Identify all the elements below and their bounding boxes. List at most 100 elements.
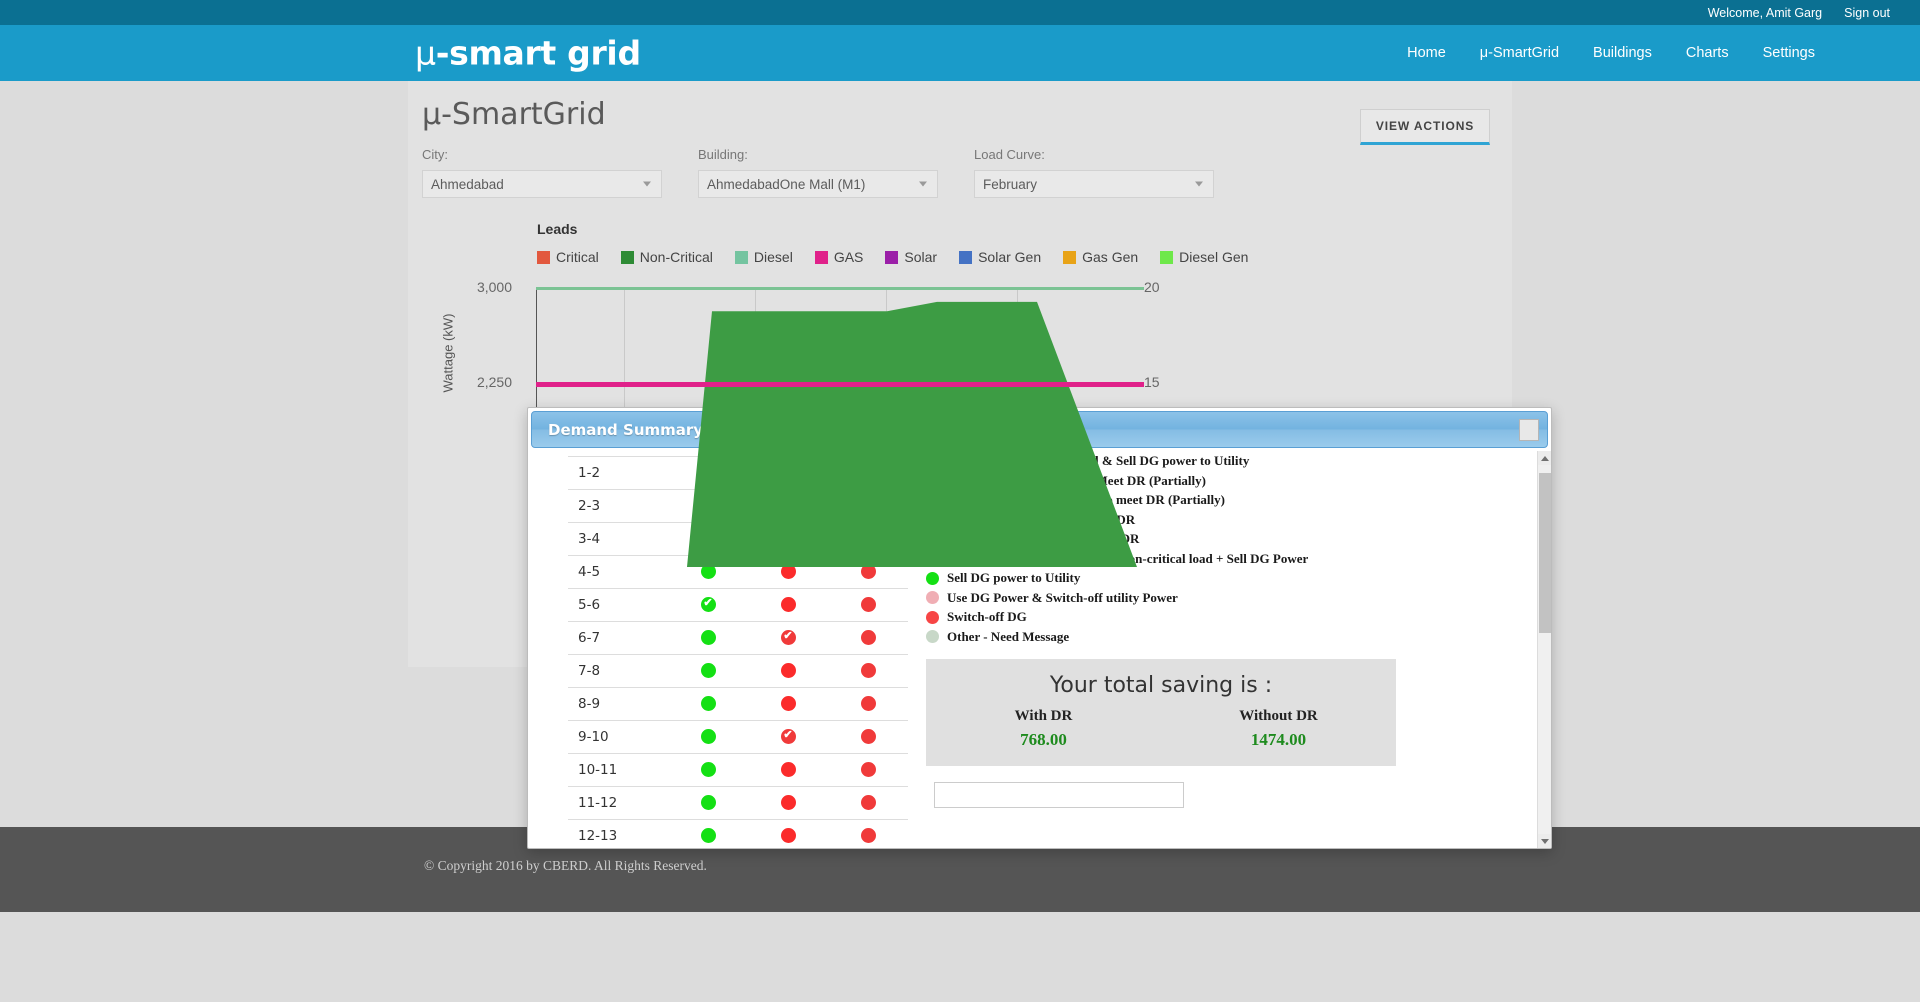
chart-legend: Critical Non-Critical Diesel GAS Solar Solar … — [537, 249, 1484, 265]
filter-building: Building: AhmedabadOne Mall (M1) — [698, 147, 938, 198]
modal-scrollbar[interactable] — [1537, 451, 1551, 848]
brand-logo[interactable]: μ-smart grid — [415, 34, 641, 73]
legend-dot-icon — [926, 610, 939, 624]
status-dot-cell[interactable] — [748, 753, 828, 787]
scrollbar-thumb[interactable] — [1539, 473, 1551, 633]
table-row[interactable]: 11-12 — [568, 786, 908, 820]
legend-swatch-icon — [1063, 250, 1077, 264]
status-dot-icon — [700, 663, 716, 679]
sign-out-link[interactable]: Sign out — [1844, 6, 1890, 20]
status-dot-cell[interactable] — [748, 786, 828, 820]
status-dot-cell[interactable] — [748, 819, 828, 848]
page-title: μ-SmartGrid — [422, 97, 606, 132]
chevron-down-icon — [1195, 181, 1203, 187]
status-dot-cell[interactable] — [748, 687, 828, 721]
legend-dot-icon — [926, 630, 939, 643]
chevron-down-icon — [643, 181, 651, 187]
status-dot-cell[interactable] — [748, 621, 828, 655]
status-dot-cell[interactable] — [748, 654, 828, 688]
chart-legend-item[interactable]: Solar Gen — [959, 249, 1041, 265]
filter-city: City: Ahmedabad — [422, 147, 662, 198]
status-dot-cell[interactable] — [668, 720, 748, 754]
main-navbar: μ-smart grid Home μ-SmartGrid Buildings … — [0, 25, 1920, 81]
table-row[interactable]: 9-10 — [568, 720, 908, 754]
city-label: City: — [422, 147, 448, 162]
city-select[interactable]: Ahmedabad — [422, 170, 662, 198]
status-dot-cell[interactable] — [668, 753, 748, 787]
table-row[interactable]: 5-6 — [568, 588, 908, 622]
chart-legend-item[interactable]: Gas Gen — [1063, 249, 1138, 265]
nav-item-smartgrid[interactable]: μ-SmartGrid — [1480, 45, 1559, 61]
chart-legend-item[interactable]: Diesel Gen — [1160, 249, 1248, 265]
saving-with-dr: With DR 768.00 — [926, 708, 1161, 750]
nav-item-buildings[interactable]: Buildings — [1593, 45, 1652, 61]
legend-label: GAS — [833, 249, 864, 265]
table-row[interactable]: 7-8 — [568, 654, 908, 688]
legend-swatch-icon — [734, 250, 748, 264]
status-dot-icon — [700, 828, 716, 844]
status-dot-cell[interactable] — [668, 654, 748, 688]
nav-item-charts[interactable]: Charts — [1686, 45, 1729, 61]
saving-without-dr: Without DR 1474.00 — [1161, 708, 1396, 750]
status-dot-cell[interactable] — [828, 720, 908, 754]
action-legend-label: Use DG Power & Switch-off utility Power — [947, 589, 1178, 605]
status-dot-cell[interactable] — [828, 621, 908, 655]
non-critical-area-series — [537, 301, 1137, 567]
building-value: AhmedabadOne Mall (M1) — [707, 176, 866, 192]
chart-legend-item[interactable]: Solar — [885, 249, 937, 265]
scroll-down-icon[interactable] — [1538, 834, 1551, 848]
legend-label: Diesel — [753, 249, 793, 265]
load-curve-select[interactable]: February — [974, 170, 1214, 198]
load-curve-value: February — [983, 176, 1038, 192]
time-slot-cell: 8-9 — [568, 687, 668, 721]
nav-item-settings[interactable]: Settings — [1763, 45, 1815, 61]
close-icon[interactable] — [1519, 418, 1539, 441]
chart-legend-item[interactable]: GAS — [814, 249, 864, 265]
with-dr-label: With DR — [1014, 707, 1073, 724]
table-row[interactable]: 6-7 — [568, 621, 908, 655]
status-dot-cell[interactable] — [668, 621, 748, 655]
status-dot-cell[interactable] — [828, 786, 908, 820]
load-curve-label: Load Curve: — [974, 147, 1045, 162]
status-dot-cell[interactable] — [828, 588, 908, 622]
status-dot-cell[interactable] — [748, 588, 828, 622]
legend-swatch-icon — [885, 250, 899, 264]
status-dot-icon — [860, 795, 876, 811]
legend-swatch-icon — [1160, 250, 1174, 264]
status-dot-icon — [780, 828, 796, 844]
chevron-down-icon — [919, 181, 927, 187]
chart-legend-item[interactable]: Non-Critical — [620, 249, 713, 265]
nav-item-home[interactable]: Home — [1407, 45, 1446, 61]
table-row[interactable]: 10-11 — [568, 753, 908, 787]
scroll-up-icon[interactable] — [1538, 451, 1551, 465]
status-dot-cell[interactable] — [668, 786, 748, 820]
legend-dot-icon — [926, 571, 939, 585]
table-row[interactable]: 8-9 — [568, 687, 908, 721]
status-check-icon — [700, 595, 716, 613]
status-dot-cell[interactable] — [668, 588, 748, 622]
legend-swatch-icon — [537, 250, 550, 264]
legend-dot-icon — [926, 591, 939, 604]
with-dr-value: 768.00 — [1020, 729, 1067, 749]
status-dot-cell[interactable] — [828, 687, 908, 721]
status-dot-cell[interactable] — [668, 819, 748, 848]
status-dot-cell[interactable] — [748, 720, 828, 754]
status-dot-icon — [860, 729, 876, 745]
view-actions-button[interactable]: VIEW ACTIONS — [1360, 109, 1490, 145]
status-dot-cell[interactable] — [828, 654, 908, 688]
partial-input-field[interactable] — [934, 781, 1184, 808]
legend-label: Gas Gen — [1082, 249, 1139, 265]
status-dot-icon — [700, 729, 716, 745]
legend-label: Non-Critical — [639, 249, 713, 265]
top-utility-bar: Welcome, Amit Garg Sign out — [0, 0, 1920, 25]
status-dot-icon — [780, 795, 796, 811]
status-dot-cell[interactable] — [828, 753, 908, 787]
chart-legend-item[interactable]: Diesel — [734, 249, 793, 265]
status-dot-cell[interactable] — [668, 687, 748, 721]
table-row[interactable]: 12-13 — [568, 819, 908, 848]
chart-legend-item[interactable]: Critical — [537, 249, 599, 265]
building-select[interactable]: AhmedabadOne Mall (M1) — [698, 170, 938, 198]
action-legend-item: Switch-off DG — [926, 609, 1523, 625]
status-dot-cell[interactable] — [828, 819, 908, 848]
time-slot-cell: 10-11 — [568, 753, 668, 787]
